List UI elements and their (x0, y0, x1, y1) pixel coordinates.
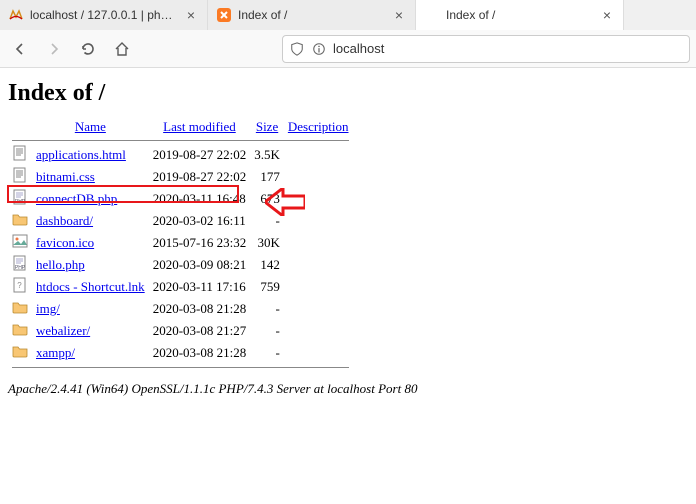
back-button[interactable] (6, 35, 34, 63)
file-size: - (250, 342, 284, 364)
address-bar[interactable] (282, 35, 690, 63)
file-link[interactable]: htdocs - Shortcut.lnk (36, 279, 145, 294)
svg-text:?: ? (17, 281, 22, 290)
index-table: Name Last modified Size Description appl… (8, 117, 353, 371)
page-title: Index of / (8, 80, 688, 107)
file-modified: 2019-08-27 22:02 (149, 166, 251, 188)
file-modified: 2015-07-16 23:32 (149, 232, 251, 254)
tab-title: localhost / 127.0.0.1 | phpMyAdmin (30, 8, 177, 22)
blank-icon (424, 7, 440, 23)
file-link[interactable]: xampp/ (36, 345, 75, 360)
file-size: 673 (250, 188, 284, 210)
file-desc (284, 166, 353, 188)
divider (12, 367, 349, 368)
svg-text:PHP: PHP (15, 199, 26, 205)
folder-icon (12, 321, 28, 337)
file-size: - (250, 210, 284, 232)
file-link[interactable]: webalizer/ (36, 323, 90, 338)
shield-icon[interactable] (289, 41, 305, 57)
tab-title: Index of / (446, 8, 593, 22)
toolbar (0, 30, 696, 68)
table-row: bitnami.css 2019-08-27 22:02177 (8, 166, 353, 188)
close-icon[interactable]: × (599, 7, 615, 23)
table-row: favicon.ico 2015-07-16 23:3230K (8, 232, 353, 254)
home-button[interactable] (108, 35, 136, 63)
file-desc (284, 210, 353, 232)
file-desc (284, 298, 353, 320)
unknown-icon: ? (12, 277, 28, 293)
col-desc[interactable]: Description (288, 119, 349, 134)
file-size: 3.5K (250, 144, 284, 166)
col-name[interactable]: Name (75, 119, 106, 134)
table-row: ? htdocs - Shortcut.lnk 2020-03-11 17:1675… (8, 276, 353, 298)
tab-bar: localhost / 127.0.0.1 | phpMyAdmin × Ind… (0, 0, 696, 30)
file-modified: 2020-03-11 16:48 (149, 188, 251, 210)
xampp-icon (216, 7, 232, 23)
file-desc (284, 342, 353, 364)
text-icon (12, 145, 28, 161)
table-row: PHP connectDB.php 2020-03-11 16:48673 (8, 188, 353, 210)
server-signature: Apache/2.4.41 (Win64) OpenSSL/1.1.1c PHP… (8, 381, 688, 397)
reload-button[interactable] (74, 35, 102, 63)
forward-button (40, 35, 68, 63)
table-row: applications.html 2019-08-27 22:023.5K (8, 144, 353, 166)
text-icon (12, 167, 28, 183)
file-modified: 2020-03-08 21:28 (149, 298, 251, 320)
php-icon: PHP (12, 189, 28, 205)
file-size: 759 (250, 276, 284, 298)
url-input[interactable] (333, 41, 683, 56)
tab-0[interactable]: localhost / 127.0.0.1 | phpMyAdmin × (0, 0, 208, 30)
close-icon[interactable]: × (183, 7, 199, 23)
col-modified[interactable]: Last modified (163, 119, 236, 134)
file-link[interactable]: hello.php (36, 257, 85, 272)
file-link[interactable]: img/ (36, 301, 60, 316)
php-icon: PHP (12, 255, 28, 271)
image-icon (12, 233, 28, 249)
file-modified: 2020-03-02 16:11 (149, 210, 251, 232)
phpmyadmin-icon (8, 7, 24, 23)
file-desc (284, 254, 353, 276)
info-icon[interactable] (311, 41, 327, 57)
table-row: img/2020-03-08 21:28- (8, 298, 353, 320)
close-icon[interactable]: × (391, 7, 407, 23)
table-row: dashboard/2020-03-02 16:11- (8, 210, 353, 232)
file-desc (284, 320, 353, 342)
file-link[interactable]: connectDB.php (36, 191, 117, 206)
file-desc (284, 232, 353, 254)
file-size: 142 (250, 254, 284, 276)
tab-1[interactable]: Index of / × (208, 0, 416, 30)
file-modified: 2020-03-08 21:28 (149, 342, 251, 364)
file-desc (284, 188, 353, 210)
col-size[interactable]: Size (256, 119, 278, 134)
file-modified: 2019-08-27 22:02 (149, 144, 251, 166)
table-row: PHP hello.php 2020-03-09 08:21142 (8, 254, 353, 276)
file-size: - (250, 298, 284, 320)
folder-icon (12, 211, 28, 227)
divider (12, 140, 349, 141)
file-modified: 2020-03-09 08:21 (149, 254, 251, 276)
file-desc (284, 144, 353, 166)
folder-icon (12, 343, 28, 359)
svg-text:PHP: PHP (15, 265, 26, 271)
file-link[interactable]: bitnami.css (36, 169, 95, 184)
file-link[interactable]: dashboard/ (36, 213, 93, 228)
file-modified: 2020-03-11 17:16 (149, 276, 251, 298)
file-link[interactable]: applications.html (36, 147, 126, 162)
file-modified: 2020-03-08 21:27 (149, 320, 251, 342)
tab-2[interactable]: Index of / × (416, 0, 624, 30)
table-row: webalizer/2020-03-08 21:27- (8, 320, 353, 342)
file-size: 30K (250, 232, 284, 254)
file-size: - (250, 320, 284, 342)
file-desc (284, 276, 353, 298)
file-link[interactable]: favicon.ico (36, 235, 94, 250)
tab-title: Index of / (238, 8, 385, 22)
page-content: Index of / Name Last modified Size Descr… (0, 68, 696, 405)
file-size: 177 (250, 166, 284, 188)
table-row: xampp/2020-03-08 21:28- (8, 342, 353, 364)
folder-icon (12, 299, 28, 315)
